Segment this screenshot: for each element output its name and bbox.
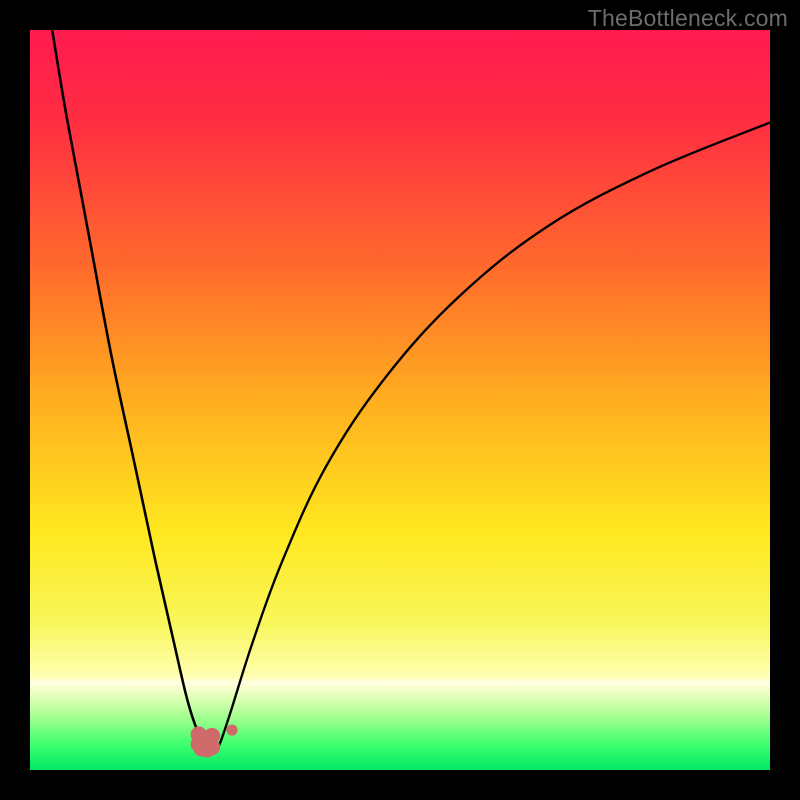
data-markers: [191, 724, 238, 757]
watermark-text: TheBottleneck.com: [588, 5, 788, 32]
outer-frame: TheBottleneck.com: [0, 0, 800, 800]
plot-area: [30, 30, 770, 770]
curves-layer: [30, 30, 770, 770]
right-curve: [214, 123, 770, 750]
data-marker: [204, 728, 220, 744]
data-marker: [226, 724, 237, 735]
left-curve: [52, 30, 213, 749]
